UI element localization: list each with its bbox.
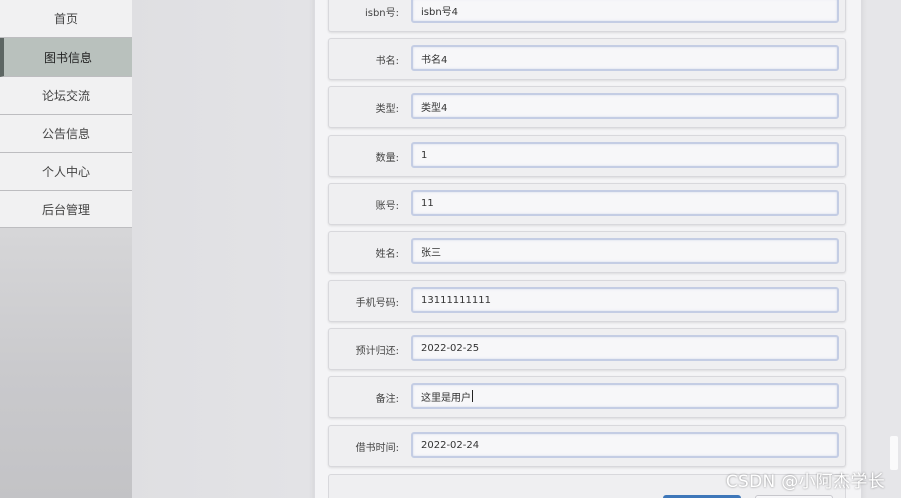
sidebar-item-admin[interactable]: 后台管理 [0, 191, 132, 228]
form-row-name: 姓名: 张三 [328, 231, 846, 273]
remarks-input[interactable]: 这里是用户 [411, 383, 839, 409]
account-input[interactable]: 11 [411, 190, 839, 216]
form-row-title: 书名: 书名4 [328, 38, 846, 80]
sidebar-item-label: 图书信息 [43, 50, 92, 65]
field-value: 1 [421, 149, 428, 161]
scroll-edge-marker [890, 436, 898, 470]
field-label: 手机号码: [355, 297, 399, 309]
field-label: isbn号: [364, 7, 399, 19]
form-row-quantity: 数量: 1 [328, 135, 846, 177]
field-label: 账号: [375, 200, 399, 212]
field-value: isbn号4 [421, 6, 459, 18]
sidebar-item-announcements[interactable]: 公告信息 [0, 115, 132, 153]
field-value: 2022-02-24 [421, 439, 480, 451]
borrow-time-input[interactable]: 2022-02-24 [411, 432, 839, 458]
form-row-borrow-time: 借书时间: 2022-02-24 [328, 425, 846, 467]
field-label: 预计归还: [355, 345, 399, 357]
sidebar-item-personal-center[interactable]: 个人中心 [0, 153, 132, 191]
borrow-form: isbn号: isbn号4 书名: 书名4 类型: 类型4 数量: 1 账号: [314, 0, 862, 498]
form-row-isbn: isbn号: isbn号4 [328, 0, 846, 32]
field-label: 姓名: [375, 248, 399, 260]
watermark: CSDN @小阿杰学长 [725, 472, 885, 492]
field-value: 11 [421, 197, 434, 209]
name-input[interactable]: 张三 [411, 238, 839, 264]
expected-return-date-input[interactable]: 2022-02-25 [411, 335, 839, 361]
field-label: 借书时间: [355, 442, 399, 454]
field-label: 备注: [375, 393, 399, 405]
quantity-input[interactable]: 1 [411, 142, 839, 168]
sidebar-item-label: 个人中心 [41, 165, 90, 179]
field-value: 书名4 [421, 54, 448, 66]
sidebar-item-forum[interactable]: 论坛交流 [0, 77, 132, 115]
field-value: 2022-02-25 [421, 342, 480, 354]
field-value: 张三 [421, 247, 441, 259]
form-row-expected-return: 预计归还: 2022-02-25 [328, 328, 846, 370]
form-row-remarks: 备注: 这里是用户 [328, 376, 846, 418]
field-value: 13111111111 [421, 294, 491, 306]
field-label: 类型: [375, 103, 399, 115]
sidebar-item-book-info[interactable]: 图书信息 [0, 38, 132, 77]
sidebar-menu: 首页 图书信息 论坛交流 公告信息 个人中心 后台管理 [0, 0, 132, 228]
phone-input[interactable]: 13111111111 [411, 287, 839, 313]
field-value: 这里是用户 [421, 392, 471, 404]
page: 首页 图书信息 论坛交流 公告信息 个人中心 后台管理 isbn号: isbn号… [0, 0, 901, 498]
form-row-phone: 手机号码: 13111111111 [328, 280, 846, 322]
form-row-account: 账号: 11 [328, 183, 846, 225]
field-value: 类型4 [421, 102, 448, 114]
isbn-input[interactable]: isbn号4 [411, 0, 839, 23]
sidebar-item-label: 首页 [53, 12, 78, 26]
sidebar-item-label: 后台管理 [41, 202, 90, 217]
sidebar-item-home[interactable]: 首页 [0, 0, 132, 38]
sidebar: 首页 图书信息 论坛交流 公告信息 个人中心 后台管理 [0, 0, 132, 498]
sidebar-item-label: 论坛交流 [41, 89, 90, 103]
title-input[interactable]: 书名4 [411, 45, 839, 71]
text-cursor [472, 390, 473, 402]
field-label: 数量: [375, 152, 399, 164]
sidebar-item-label: 公告信息 [41, 127, 90, 141]
field-label: 书名: [375, 55, 399, 67]
type-input[interactable]: 类型4 [411, 93, 839, 119]
form-row-type: 类型: 类型4 [328, 86, 846, 128]
